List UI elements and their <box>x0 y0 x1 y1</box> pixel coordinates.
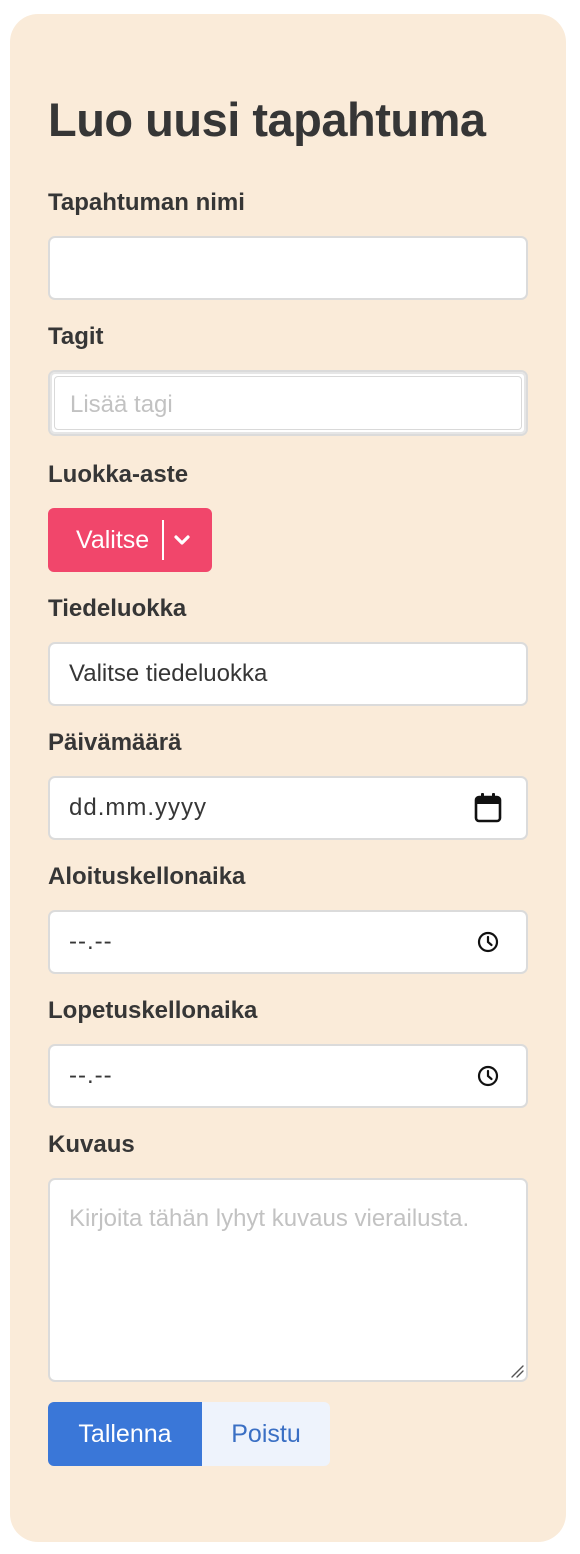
clock-icon[interactable] <box>477 931 499 953</box>
date-input[interactable]: dd.mm.yyyy <box>48 776 528 840</box>
start-time-value: --.-- <box>69 928 113 955</box>
event-name-input[interactable] <box>48 236 528 300</box>
date-label: Päivämäärä <box>48 729 182 756</box>
grade-label: Luokka-aste <box>48 461 189 488</box>
tag-input[interactable]: Lisää tagi <box>54 376 522 430</box>
science-label: Tiedeluokka <box>48 595 187 622</box>
chevron-down-icon <box>174 535 190 545</box>
clock-icon[interactable] <box>477 1065 499 1087</box>
start-time-input[interactable]: --.-- <box>48 910 528 974</box>
science-select-value: Valitse tiedeluokka <box>69 660 268 687</box>
page-title: Luo uusi tapahtuma <box>48 93 486 146</box>
end-time-label: Lopetuskellonaika <box>48 997 258 1024</box>
date-input-value: dd.mm.yyyy <box>69 794 208 821</box>
end-time-value: --.-- <box>69 1062 113 1089</box>
exit-button[interactable]: Poistu <box>202 1402 330 1466</box>
save-button[interactable]: Tallenna <box>48 1402 202 1466</box>
event-name-label: Tapahtuman nimi <box>48 189 245 216</box>
resize-handle-icon[interactable] <box>508 1362 524 1378</box>
description-textarea[interactable]: Kirjoita tähän lyhyt kuvaus vierailusta. <box>48 1178 528 1382</box>
science-select[interactable]: Valitse tiedeluokka <box>48 642 528 706</box>
description-label: Kuvaus <box>48 1131 135 1158</box>
tags-field: Lisää tagi <box>48 370 528 436</box>
end-time-input[interactable]: --.-- <box>48 1044 528 1108</box>
select-divider <box>162 520 164 560</box>
start-time-label: Aloituskellonaika <box>48 863 246 890</box>
tag-input-placeholder: Lisää tagi <box>70 391 173 418</box>
event-form-card: Luo uusi tapahtuma Tapahtuman nimi Tagit… <box>10 14 566 1542</box>
description-placeholder: Kirjoita tähän lyhyt kuvaus vierailusta. <box>69 1205 470 1232</box>
grade-select-button[interactable]: Valitse <box>48 508 212 572</box>
tags-label: Tagit <box>48 323 104 350</box>
calendar-icon[interactable] <box>474 793 502 823</box>
grade-select-label: Valitse <box>76 526 150 554</box>
